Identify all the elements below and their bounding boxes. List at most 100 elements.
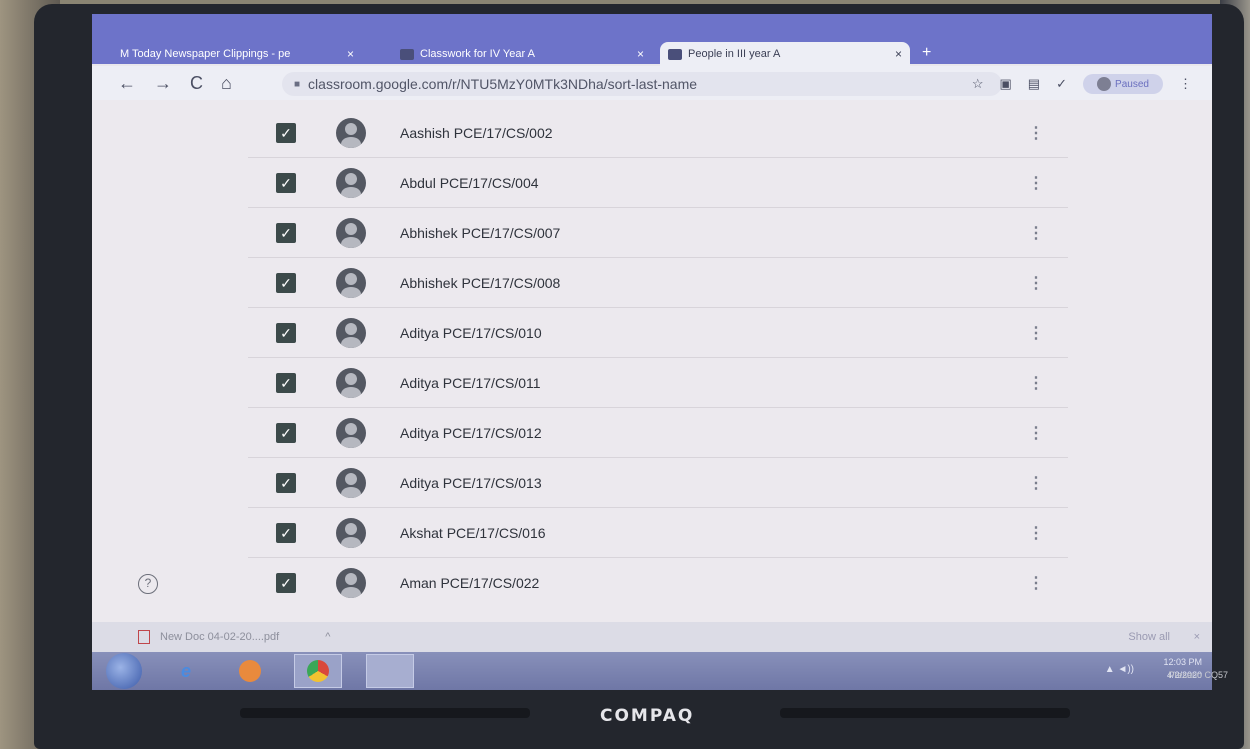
student-row[interactable]: ✓ Akshat PCE/17/CS/016 ⋮ <box>248 508 1068 558</box>
home-icon[interactable]: ⌂ <box>221 73 232 94</box>
pdf-file-icon <box>138 630 150 644</box>
student-name: Aman PCE/17/CS/022 <box>400 575 540 591</box>
back-icon[interactable]: ← <box>118 73 136 94</box>
download-options-icon[interactable]: ^ <box>325 631 330 643</box>
student-checkbox[interactable]: ✓ <box>276 522 296 543</box>
student-checkbox[interactable]: ✓ <box>276 472 296 493</box>
more-options-icon[interactable]: ⋮ <box>1028 223 1044 243</box>
photo-scene: M Today Newspaper Clippings - pe × Class… <box>0 0 1250 749</box>
student-row[interactable]: ✓ Aman PCE/17/CS/022 ⋮ <box>248 558 1068 608</box>
lock-icon: ■ <box>294 78 301 90</box>
translate-extension-icon[interactable]: ▤ <box>1028 76 1040 92</box>
more-options-icon[interactable]: ⋮ <box>1028 523 1044 543</box>
student-row[interactable]: ✓ Aditya PCE/17/CS/012 ⋮ <box>248 408 1068 458</box>
tab-people[interactable]: People in III year A × <box>660 42 910 66</box>
profile-button[interactable]: Paused <box>1083 74 1163 94</box>
more-options-icon[interactable]: ⋮ <box>1028 573 1044 593</box>
laptop-model-label: Presario CQ57 <box>1168 670 1228 680</box>
internet-explorer-icon[interactable]: e <box>166 655 206 687</box>
tab-label: Classwork for IV Year A <box>420 48 535 60</box>
menu-kebab-icon[interactable]: ⋮ <box>1179 76 1192 92</box>
media-player-icon <box>239 660 261 682</box>
student-row[interactable]: ✓ Abhishek PCE/17/CS/008 ⋮ <box>248 258 1068 308</box>
more-options-icon[interactable]: ⋮ <box>1028 323 1044 343</box>
student-row[interactable]: ✓ Aditya PCE/17/CS/011 ⋮ <box>248 358 1068 408</box>
student-name: Aditya PCE/17/CS/012 <box>400 424 542 441</box>
student-name: Abhishek PCE/17/CS/008 <box>400 274 561 291</box>
tab-classwork[interactable]: Classwork for IV Year A × <box>392 42 652 66</box>
student-checkbox[interactable]: ✓ <box>276 372 296 393</box>
more-options-icon[interactable]: ⋮ <box>1028 123 1044 143</box>
avatar-icon <box>336 467 366 498</box>
help-icon[interactable]: ? <box>138 574 158 594</box>
toolbar-actions: ☆ ▣ ▤ ✓ Paused ⋮ <box>972 72 1192 96</box>
chrome-taskbar-button[interactable] <box>294 654 342 688</box>
tab-close-icon[interactable]: × <box>347 47 354 61</box>
student-name: Abhishek PCE/17/CS/007 <box>400 224 561 241</box>
avatar-icon <box>336 568 366 598</box>
avatar-icon <box>336 167 366 198</box>
browser-tab-strip: M Today Newspaper Clippings - pe × Class… <box>92 14 1212 66</box>
media-player-button[interactable] <box>230 655 270 687</box>
student-name: Aashish PCE/17/CS/002 <box>400 124 553 141</box>
tab-label: People in III year A <box>688 48 781 60</box>
bookmark-star-icon[interactable]: ☆ <box>972 76 984 92</box>
more-options-icon[interactable]: ⋮ <box>1028 173 1044 193</box>
more-options-icon[interactable]: ⋮ <box>1028 373 1044 393</box>
student-checkbox[interactable]: ✓ <box>276 122 296 143</box>
profile-status: Paused <box>1115 78 1149 90</box>
reload-icon[interactable]: C <box>190 73 203 94</box>
student-name: Akshat PCE/17/CS/016 <box>400 524 546 541</box>
downloads-close-icon[interactable]: × <box>1194 631 1200 643</box>
student-checkbox[interactable]: ✓ <box>276 422 296 443</box>
laptop-screen: M Today Newspaper Clippings - pe × Class… <box>92 14 1212 690</box>
speaker-grille-left <box>240 708 530 718</box>
avatar-icon <box>336 317 366 348</box>
student-row[interactable]: ✓ Aashish PCE/17/CS/002 ⋮ <box>248 108 1068 158</box>
new-tab-icon[interactable]: + <box>922 44 931 62</box>
student-checkbox[interactable]: ✓ <box>276 272 296 293</box>
extension-icon[interactable]: ▣ <box>1000 76 1012 92</box>
student-row[interactable]: ✓ Abdul PCE/17/CS/004 ⋮ <box>248 158 1068 208</box>
student-name: Abdul PCE/17/CS/004 <box>400 174 539 191</box>
more-options-icon[interactable]: ⋮ <box>1028 273 1044 293</box>
check-extension-icon[interactable]: ✓ <box>1056 76 1067 92</box>
speaker-grille-right <box>780 708 1070 718</box>
tab-newspaper-clippings[interactable]: M Today Newspaper Clippings - pe × <box>112 42 362 66</box>
forward-icon[interactable]: → <box>154 73 172 94</box>
url-text: classroom.google.com/r/NTU5MzY0MTk3NDha/… <box>308 76 698 92</box>
student-checkbox[interactable]: ✓ <box>276 222 296 243</box>
laptop-brand-logo: COMPAQ <box>600 706 695 726</box>
address-bar[interactable]: ■ classroom.google.com/r/NTU5MzY0MTk3NDh… <box>282 72 1002 96</box>
student-name: Aditya PCE/17/CS/010 <box>400 324 542 341</box>
clock-time: 12:03 PM <box>1163 657 1202 667</box>
download-filename[interactable]: New Doc 04-02-20....pdf <box>160 631 279 643</box>
student-row[interactable]: ✓ Aditya PCE/17/CS/013 ⋮ <box>248 458 1068 508</box>
show-all-link[interactable]: Show all <box>1128 631 1170 643</box>
tab-close-icon[interactable]: × <box>637 47 644 61</box>
avatar-icon <box>336 417 366 448</box>
profile-avatar <box>1097 77 1112 91</box>
avatar-icon <box>336 367 366 398</box>
student-name: Aditya PCE/17/CS/013 <box>400 474 542 491</box>
more-options-icon[interactable]: ⋮ <box>1028 473 1044 493</box>
avatar-icon <box>336 517 366 548</box>
classroom-favicon-icon <box>400 48 414 60</box>
classroom-favicon-icon <box>668 48 682 60</box>
student-checkbox[interactable]: ✓ <box>276 322 296 343</box>
people-list: ✓ Aashish PCE/17/CS/002 ⋮ ✓ Abdul PCE/17… <box>92 100 1212 622</box>
avatar-icon <box>336 117 366 148</box>
student-row[interactable]: ✓ Abhishek PCE/17/CS/007 ⋮ <box>248 208 1068 258</box>
student-row[interactable]: ✓ Aditya PCE/17/CS/010 ⋮ <box>248 308 1068 358</box>
downloads-bar: New Doc 04-02-20....pdf ^ Show all × <box>92 622 1212 652</box>
start-button[interactable] <box>106 653 142 689</box>
student-checkbox[interactable]: ✓ <box>276 573 296 593</box>
network-icon[interactable]: ▲ ◄)) <box>1105 664 1134 675</box>
more-options-icon[interactable]: ⋮ <box>1028 423 1044 443</box>
avatar-icon <box>336 217 366 248</box>
explorer-taskbar-button[interactable] <box>366 654 414 688</box>
student-checkbox[interactable]: ✓ <box>276 172 296 193</box>
windows-taskbar: e ▲ ◄)) 12:03 PM 4/2/2020 <box>92 652 1212 690</box>
tab-close-icon[interactable]: × <box>895 47 902 61</box>
student-name: Aditya PCE/17/CS/011 <box>400 374 541 391</box>
